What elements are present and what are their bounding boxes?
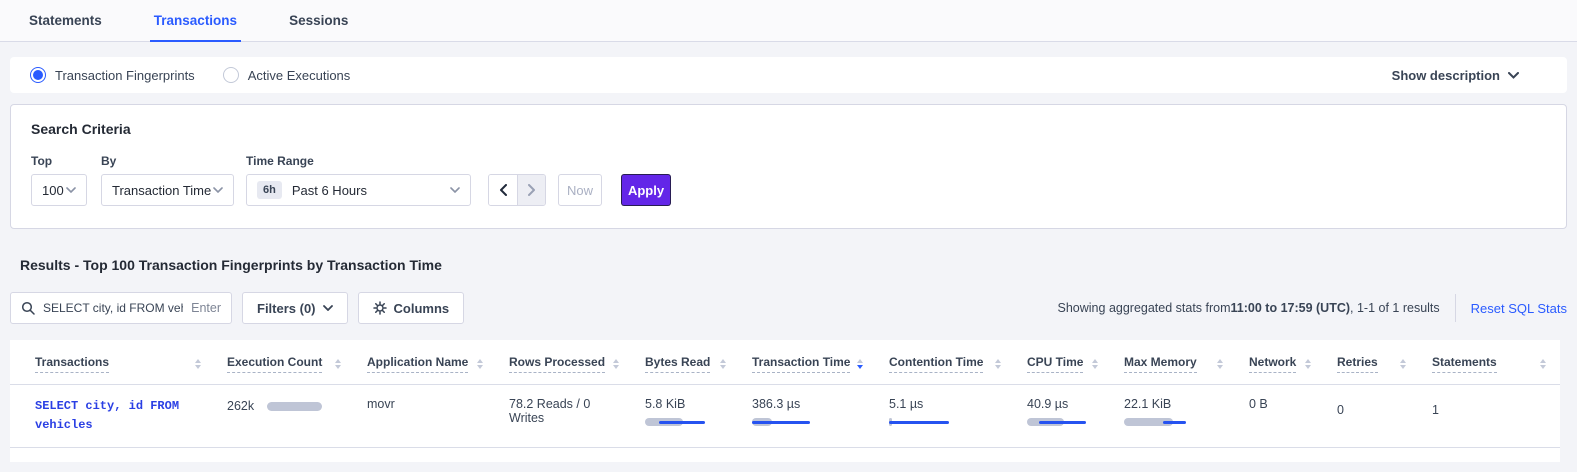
- view-toggle-panel: Transaction Fingerprints Active Executio…: [10, 57, 1567, 93]
- now-button[interactable]: Now: [558, 174, 602, 206]
- execution-count-cell: 262k: [227, 399, 343, 413]
- top-select-value: 100: [42, 183, 64, 198]
- sort-carets-icon[interactable]: [1086, 359, 1098, 369]
- tab-sessions[interactable]: Sessions: [285, 0, 352, 42]
- search-input[interactable]: [43, 301, 183, 315]
- show-description-toggle[interactable]: Show description: [1392, 68, 1519, 83]
- columns-label: Columns: [394, 301, 450, 316]
- radio-icon: [223, 67, 239, 83]
- next-time-range-button[interactable]: [517, 175, 545, 205]
- radio-transaction-fingerprints[interactable]: Transaction Fingerprints: [30, 67, 195, 83]
- rows-processed-cell: 78.2 Reads / 0 Writes: [509, 397, 590, 425]
- retries-cell: 0: [1337, 403, 1344, 417]
- transaction-fingerprint-link[interactable]: SELECT city, id FROM vehicles: [35, 397, 203, 435]
- sort-carets-icon[interactable]: [1534, 359, 1546, 369]
- radio-icon: [30, 67, 46, 83]
- column-header-transactions[interactable]: Transactions: [35, 355, 109, 373]
- column-header-transaction-time[interactable]: Transaction Time: [752, 355, 850, 373]
- transactions-table: Transactions Execution Count Application…: [10, 340, 1560, 448]
- sql-activity-tab-bar: Statements Transactions Sessions: [0, 0, 1577, 42]
- chevron-down-icon: [66, 187, 76, 193]
- execution-count-bar: [267, 402, 322, 411]
- arrow-left-icon: [499, 184, 507, 196]
- sort-carets-icon[interactable]: [1211, 359, 1223, 369]
- statements-cell: 1: [1432, 403, 1439, 417]
- column-header-network[interactable]: Network: [1249, 355, 1296, 373]
- column-header-bytes-read[interactable]: Bytes Read: [645, 355, 710, 373]
- results-heading: Results - Top 100 Transaction Fingerprin…: [20, 257, 1577, 273]
- transactions-table-panel: Transactions Execution Count Application…: [10, 340, 1560, 462]
- cpu-time-cell: 40.9 µs: [1027, 397, 1100, 426]
- time-range-value: Past 6 Hours: [292, 183, 367, 198]
- sort-carets-icon[interactable]: [607, 359, 619, 369]
- application-name-cell: movr: [367, 397, 395, 411]
- column-header-statements[interactable]: Statements: [1432, 355, 1497, 373]
- bytes-read-cell: 5.8 KiB: [645, 397, 728, 426]
- sort-carets-icon[interactable]: [329, 359, 341, 369]
- table-header-row: Transactions Execution Count Application…: [10, 340, 1560, 385]
- sort-carets-icon[interactable]: [1394, 359, 1406, 369]
- stats-time-range: 11:00 to 17:59 (UTC): [1231, 301, 1350, 315]
- sort-carets-icon[interactable]: [189, 359, 201, 369]
- chevron-down-icon: [213, 187, 223, 193]
- time-range-nav-group: [488, 174, 546, 206]
- chevron-down-icon: [1508, 72, 1519, 79]
- filters-label: Filters (0): [257, 301, 316, 316]
- search-criteria-panel: Search Criteria Top 100 By Transaction T…: [10, 104, 1567, 229]
- radio-label: Active Executions: [248, 68, 351, 83]
- apply-button[interactable]: Apply: [621, 174, 671, 206]
- column-header-cpu-time[interactable]: CPU Time: [1027, 355, 1083, 373]
- column-header-retries[interactable]: Retries: [1337, 355, 1378, 373]
- table-row: SELECT city, id FROM vehicles 262k movr …: [10, 385, 1560, 448]
- sort-carets-icon[interactable]: [989, 359, 1001, 369]
- gear-icon: [373, 301, 387, 315]
- tab-transactions[interactable]: Transactions: [150, 0, 241, 42]
- tab-statements[interactable]: Statements: [25, 0, 106, 42]
- previous-time-range-button[interactable]: [489, 175, 517, 205]
- top-select[interactable]: 100: [31, 174, 87, 206]
- by-select-value: Transaction Time: [112, 183, 211, 198]
- chevron-down-icon: [450, 187, 460, 193]
- radio-label: Transaction Fingerprints: [55, 68, 195, 83]
- columns-button[interactable]: Columns: [358, 292, 465, 324]
- chevron-down-icon: [323, 305, 333, 311]
- aggregated-stats-text: Showing aggregated stats from 11:00 to 1…: [1058, 301, 1440, 315]
- sort-carets-icon[interactable]: [1299, 359, 1311, 369]
- top-label: Top: [31, 154, 101, 168]
- sort-carets-icon[interactable]: [471, 359, 483, 369]
- search-icon: [21, 301, 35, 315]
- time-range-label: Time Range: [246, 154, 488, 168]
- transaction-time-cell: 386.3 µs: [752, 397, 865, 426]
- column-header-contention-time[interactable]: Contention Time: [889, 355, 983, 373]
- column-header-rows-processed[interactable]: Rows Processed: [509, 355, 605, 373]
- show-description-label: Show description: [1392, 68, 1500, 83]
- by-label: By: [101, 154, 246, 168]
- column-header-max-memory[interactable]: Max Memory: [1124, 355, 1197, 373]
- reset-sql-stats-link[interactable]: Reset SQL Stats: [1471, 301, 1567, 316]
- search-criteria-title: Search Criteria: [31, 121, 1546, 137]
- contention-time-cell: 5.1 µs: [889, 397, 1003, 426]
- sort-carets-icon[interactable]: [714, 359, 726, 369]
- max-memory-cell: 22.1 KiB: [1124, 397, 1225, 426]
- search-enter-button[interactable]: Enter: [191, 301, 221, 315]
- sort-carets-icon[interactable]: [851, 359, 863, 369]
- column-header-application-name[interactable]: Application Name: [367, 355, 468, 373]
- divider: [1455, 294, 1456, 322]
- filters-button[interactable]: Filters (0): [242, 292, 348, 324]
- by-select[interactable]: Transaction Time: [101, 174, 234, 206]
- network-cell: 0 B: [1249, 397, 1268, 411]
- column-header-execution-count[interactable]: Execution Count: [227, 355, 322, 373]
- time-range-select[interactable]: 6h Past 6 Hours: [246, 174, 471, 206]
- radio-active-executions[interactable]: Active Executions: [223, 67, 351, 83]
- arrow-right-icon: [528, 184, 536, 196]
- time-range-badge: 6h: [257, 181, 282, 199]
- search-box[interactable]: Enter: [10, 292, 232, 324]
- results-toolbar: Enter Filters (0) Columns Showing aggreg…: [10, 292, 1567, 324]
